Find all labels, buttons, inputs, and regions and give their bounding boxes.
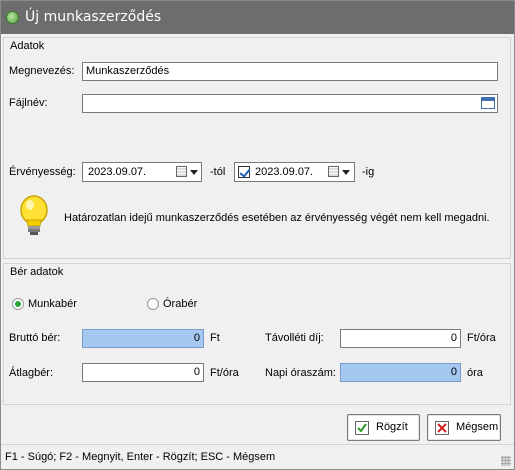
cancel-button-label: Mégsem bbox=[456, 421, 499, 433]
dialog-window: Új munkaszerződés Adatok Megnevezés: Mun… bbox=[0, 0, 515, 470]
calendar-icon bbox=[328, 166, 339, 177]
window-title: Új munkaszerződés bbox=[25, 9, 162, 25]
ervenyesseg-label: Érvényesség: bbox=[9, 166, 76, 178]
checkmark-icon bbox=[355, 421, 369, 435]
ber-group-title: Bér adatok bbox=[10, 266, 64, 278]
resize-grip-icon[interactable] bbox=[501, 456, 511, 466]
atlag-field[interactable]: 0 bbox=[82, 363, 204, 382]
brutto-label: Bruttó bér: bbox=[9, 332, 61, 344]
date-to-checkbox[interactable] bbox=[238, 166, 250, 178]
date-to-value: 2023.09.07. bbox=[255, 166, 314, 178]
tavolleti-label: Távolléti díj: bbox=[265, 332, 324, 344]
app-icon bbox=[6, 11, 19, 24]
radio-munkaber[interactable] bbox=[12, 298, 24, 310]
radio-oraber[interactable] bbox=[147, 298, 159, 310]
fajlnev-input[interactable] bbox=[82, 94, 498, 113]
adatok-group-title: Adatok bbox=[10, 40, 45, 52]
date-from-value: 2023.09.07. bbox=[88, 166, 147, 178]
megnevezes-label: Megnevezés: bbox=[9, 65, 75, 77]
date-from-picker[interactable]: 2023.09.07. bbox=[82, 162, 202, 182]
ig-label: -ig bbox=[362, 166, 375, 178]
date-to-picker[interactable]: 2023.09.07. bbox=[234, 162, 355, 182]
brutto-unit: Ft bbox=[210, 332, 220, 344]
atlag-label: Átlagbér: bbox=[9, 367, 54, 379]
atlag-unit: Ft/óra bbox=[210, 367, 239, 379]
save-button[interactable]: Rögzít bbox=[347, 414, 420, 441]
chevron-down-icon[interactable] bbox=[190, 170, 198, 175]
lightbulb-icon bbox=[20, 195, 48, 235]
file-browse-icon[interactable] bbox=[481, 97, 495, 109]
status-bar: F1 - Súgó; F2 - Megnyit, Enter - Rögzít;… bbox=[1, 444, 514, 469]
tol-label: -tól bbox=[210, 166, 226, 178]
napi-field[interactable]: 0 bbox=[340, 363, 461, 382]
save-button-label: Rögzít bbox=[376, 421, 408, 433]
chevron-down-icon[interactable] bbox=[342, 170, 350, 175]
tavolleti-field[interactable]: 0 bbox=[340, 329, 461, 348]
radio-oraber-label: Órabér bbox=[163, 298, 198, 310]
cancel-button[interactable]: Mégsem bbox=[427, 414, 501, 441]
status-text: F1 - Súgó; F2 - Megnyit, Enter - Rögzít;… bbox=[5, 451, 276, 463]
brutto-field[interactable]: 0 bbox=[82, 329, 204, 348]
calendar-icon bbox=[176, 166, 187, 177]
info-text: Határozatlan idejű munkaszerződés esetéb… bbox=[64, 212, 490, 224]
napi-label: Napi óraszám: bbox=[265, 367, 336, 379]
napi-unit: óra bbox=[467, 367, 483, 379]
cancel-icon bbox=[435, 421, 449, 435]
title-bar[interactable]: Új munkaszerződés bbox=[1, 1, 514, 34]
radio-munkaber-label: Munkabér bbox=[28, 298, 77, 310]
tavolleti-unit: Ft/óra bbox=[467, 332, 496, 344]
fajlnev-label: Fájlnév: bbox=[9, 97, 48, 109]
megnevezes-input[interactable]: Munkaszerződés bbox=[82, 62, 498, 81]
